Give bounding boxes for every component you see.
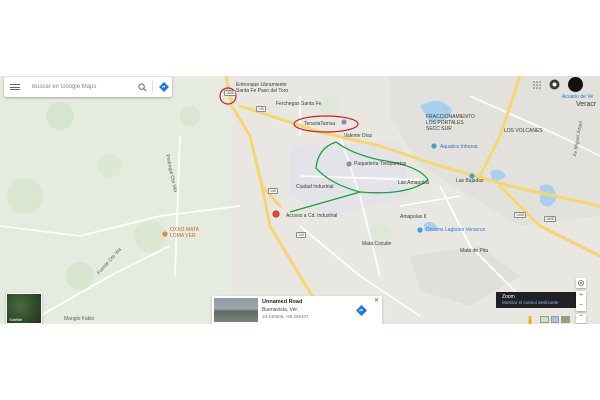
road-shield: 140 bbox=[256, 106, 266, 112]
zoom-slider-link[interactable]: Mostrar el control deslizante bbox=[502, 300, 558, 305]
place-label[interactable]: Manglo Fabio bbox=[64, 316, 94, 322]
road-shield: 140 bbox=[268, 188, 278, 194]
road-shield: 180D bbox=[224, 90, 237, 96]
place-label[interactable]: Dreams Lagoons Veracruz bbox=[426, 227, 485, 233]
place-info-card[interactable]: Unnamed Road Buenavista, Ver. 19.140606,… bbox=[212, 296, 382, 324]
place-coordinates: 19.140606, -96.256407 bbox=[262, 314, 309, 319]
place-label[interactable]: TenariaTamsa bbox=[304, 121, 335, 127]
avatar[interactable] bbox=[568, 77, 583, 92]
place-label[interactable]: Ciudad Industrial bbox=[296, 184, 334, 190]
place-label[interactable]: Ferchegas Santa Fe bbox=[276, 101, 321, 107]
place-label[interactable]: Aquatico Inbursa bbox=[440, 144, 478, 150]
search-input[interactable] bbox=[30, 83, 134, 91]
place-label[interactable]: Mata Cocuite bbox=[362, 241, 391, 247]
my-location-button[interactable] bbox=[576, 278, 586, 288]
place-label[interactable]: Santa Fe Paso del Toro bbox=[236, 88, 288, 94]
place-label[interactable]: Valente Díaz bbox=[344, 133, 372, 139]
road-shield: 140 bbox=[296, 232, 306, 238]
notifications-icon[interactable] bbox=[549, 79, 560, 90]
zoom-in-button[interactable]: + bbox=[576, 291, 586, 301]
road-shield: 180D bbox=[544, 216, 557, 222]
apps-grid-icon[interactable] bbox=[533, 81, 541, 89]
layer-thumb-terrain[interactable] bbox=[540, 316, 549, 323]
layer-thumbnails[interactable] bbox=[540, 316, 571, 323]
layer-thumb-traffic[interactable] bbox=[550, 316, 560, 323]
directions-icon[interactable] bbox=[159, 82, 169, 92]
place-label[interactable]: Acuario de Ve bbox=[562, 94, 593, 100]
city-label[interactable]: Veracr bbox=[576, 101, 596, 108]
map-canvas[interactable] bbox=[0, 76, 600, 324]
divider bbox=[152, 81, 153, 93]
place-label[interactable]: Las Amapolas bbox=[398, 180, 429, 186]
place-label[interactable]: Amapolas II bbox=[400, 214, 426, 220]
search-icon[interactable] bbox=[138, 83, 147, 92]
place-locality: Buenavista, Ver. bbox=[262, 307, 299, 313]
menu-icon[interactable] bbox=[10, 84, 20, 90]
place-label[interactable]: LOMA VER bbox=[170, 233, 196, 239]
expand-button[interactable]: ⌃ bbox=[576, 314, 586, 323]
directions-icon[interactable] bbox=[356, 305, 367, 316]
layer-thumb-transit[interactable] bbox=[561, 316, 571, 323]
place-label[interactable]: LOS VOLCANES bbox=[504, 128, 543, 134]
map-viewport[interactable]: 180D 140 140 140 180D 140D Entronque Lib… bbox=[0, 76, 600, 324]
zoom-tooltip: Zoom Mostrar el control deslizante bbox=[496, 292, 576, 308]
page-bottom-blank bbox=[0, 324, 600, 400]
satellite-label: Satélite bbox=[9, 317, 23, 322]
satellite-toggle[interactable]: Satélite bbox=[6, 293, 42, 324]
pegman-icon[interactable] bbox=[527, 316, 533, 324]
street-view-thumbnail[interactable] bbox=[214, 298, 258, 322]
search-box[interactable] bbox=[4, 77, 172, 97]
place-label[interactable]: SECC SUR bbox=[426, 126, 452, 132]
place-label[interactable]: Mata de Pita bbox=[460, 248, 488, 254]
road-shield: 140D bbox=[514, 212, 527, 218]
close-icon[interactable]: ✕ bbox=[374, 297, 379, 304]
place-label[interactable]: Paquetería Trespuertas bbox=[354, 161, 406, 167]
place-label[interactable]: Las Bajadas bbox=[456, 178, 484, 184]
zoom-out-button[interactable]: − bbox=[576, 301, 586, 311]
place-label[interactable]: Acceso a Cd. Industrial bbox=[286, 213, 337, 219]
location-icon bbox=[578, 280, 584, 286]
place-title: Unnamed Road bbox=[262, 299, 303, 305]
